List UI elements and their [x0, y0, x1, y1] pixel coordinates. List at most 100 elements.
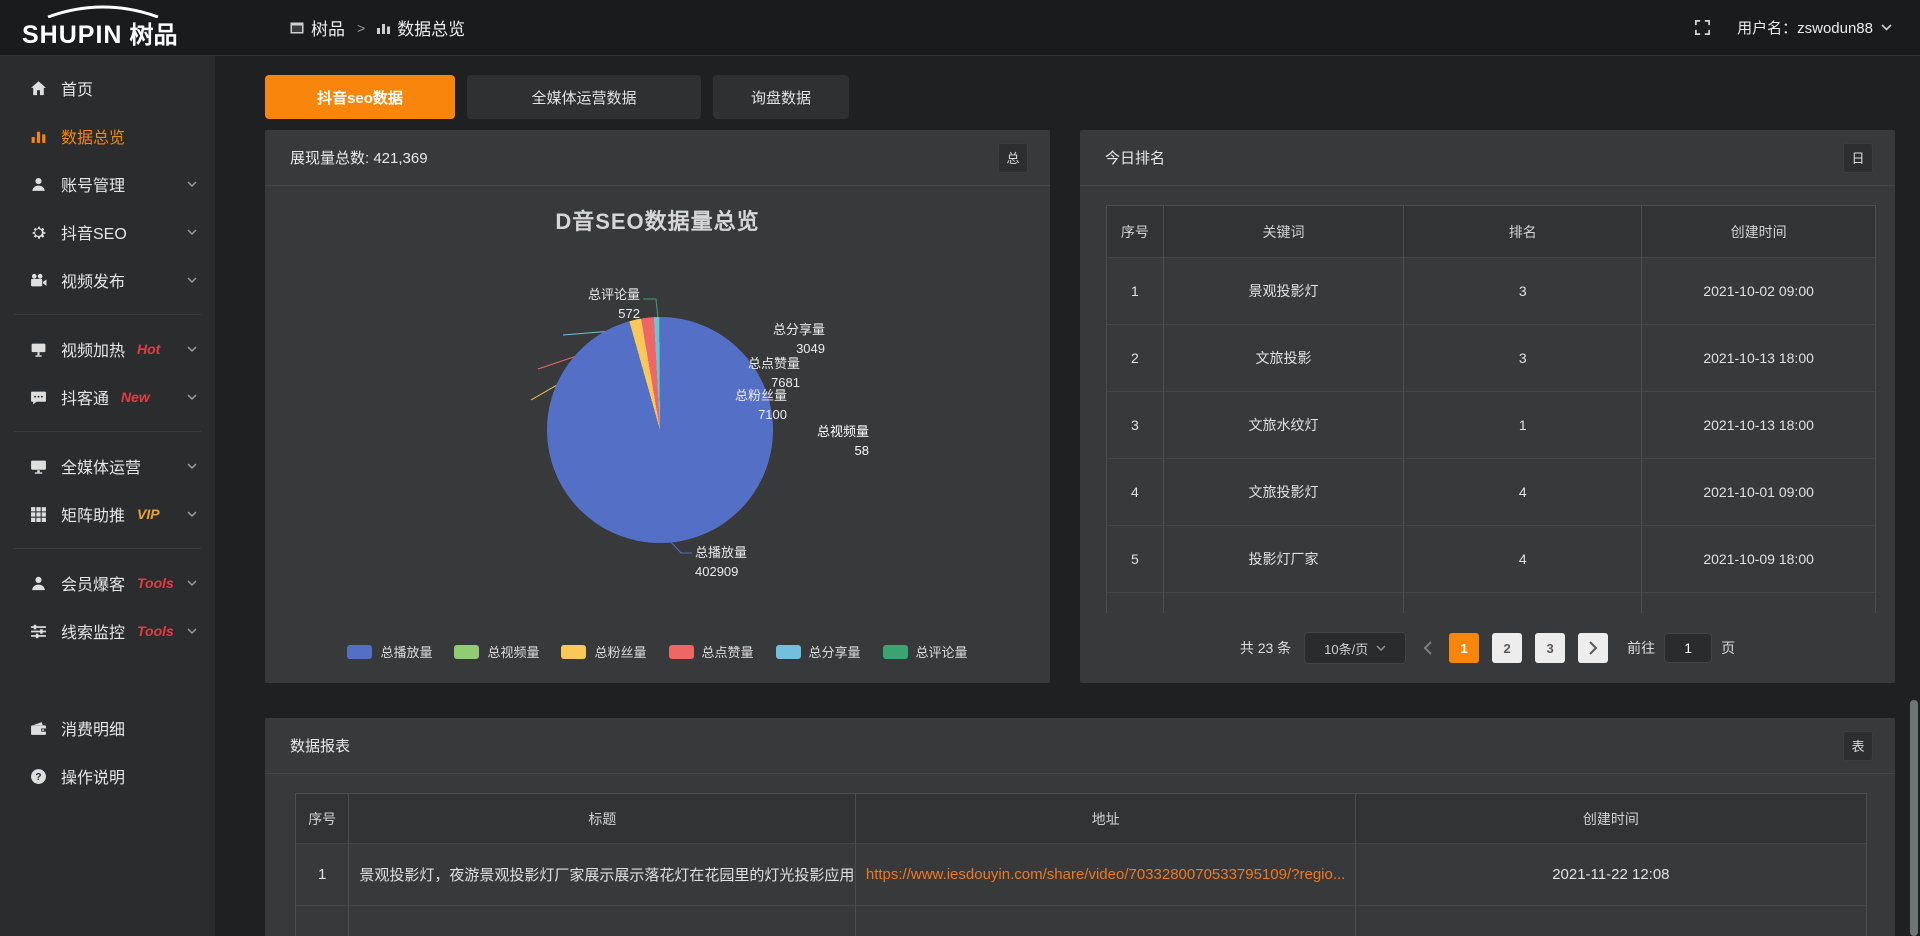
legend-swatch [669, 645, 694, 659]
table-row: 3 文旅水纹灯 1 2021-10-13 18:00 [1107, 392, 1875, 459]
total-view-button[interactable]: 总 [998, 143, 1028, 173]
legend-item-shares[interactable]: 总分享量 [776, 642, 861, 661]
sidebar-item-video-heat[interactable]: 视频加热 Hot [0, 325, 215, 373]
cell-created: 2021-11-22 12:08 [1356, 844, 1866, 906]
tab-douyin-seo-data[interactable]: 抖音seo数据 [265, 75, 455, 119]
table-row: 1 景观投影灯，夜游景观投影灯厂家展示展示落花灯在花园里的灯光投影应用效果 # … [296, 844, 1866, 906]
next-page-button[interactable] [1578, 633, 1608, 663]
page-button-2[interactable]: 2 [1492, 633, 1522, 663]
user-menu[interactable]: 用户名：zswodun88 [1737, 17, 1892, 38]
sidebar-item-member-burst[interactable]: 会员爆客 Tools [0, 559, 215, 607]
table-header-row: 序号 标题 地址 创建时间 [296, 794, 1866, 844]
cell-index: 1 [1107, 258, 1164, 325]
video-link[interactable]: https://www.iesdouyin.com/share/video/70… [858, 866, 1354, 883]
fullscreen-icon[interactable] [1694, 19, 1711, 36]
goto-page: 前往 页 [1627, 633, 1735, 663]
legend-swatch [561, 645, 586, 659]
cell-keyword: 文旅投影 [1164, 325, 1404, 392]
cell-keyword: 文旅水纹灯 [1164, 392, 1404, 459]
chevron-down-icon [187, 628, 197, 635]
vip-badge: VIP [137, 506, 160, 522]
ranking-panel-title: 今日排名 [1105, 147, 1165, 168]
pie-label-comments: 总评论量572 [588, 286, 640, 324]
col-header-keyword: 关键词 [1164, 206, 1404, 258]
chevron-down-icon [1376, 645, 1386, 651]
bar-chart-icon [30, 128, 47, 145]
table-view-button[interactable]: 表 [1843, 731, 1873, 761]
sidebar-item-label: 抖客通 [61, 385, 109, 409]
sidebar-item-account[interactable]: 账号管理 [0, 160, 215, 208]
sidebar-item-label: 视频发布 [61, 268, 125, 292]
goto-label: 前往 [1627, 638, 1655, 658]
legend-item-likes[interactable]: 总点赞量 [669, 642, 754, 661]
sidebar-item-douyin-seo[interactable]: 抖音SEO [0, 208, 215, 256]
tab-omnimedia-data[interactable]: 全媒体运营数据 [467, 75, 701, 119]
legend-item-plays[interactable]: 总播放量 [347, 642, 432, 661]
chevron-down-icon [187, 277, 197, 284]
table-header-row: 序号 关键词 排名 创建时间 [1107, 206, 1875, 258]
sidebar-item-omnimedia[interactable]: 全媒体运营 [0, 442, 215, 490]
sidebar-item-lead-monitor[interactable]: 线索监控 Tools [0, 607, 215, 655]
tab-inquiry-data[interactable]: 询盘数据 [713, 75, 849, 119]
col-header-rank: 排名 [1404, 206, 1642, 258]
chart-panel-header: 展现量总数: 421,369 总 [265, 130, 1050, 186]
daily-view-button[interactable]: 日 [1843, 143, 1873, 173]
logo[interactable]: SHUPIN 树品 [0, 5, 230, 50]
chat-bubble-icon [30, 389, 47, 406]
report-panel-title: 数据报表 [290, 735, 350, 756]
col-header-created: 创建时间 [1356, 794, 1866, 844]
legend-swatch [776, 645, 801, 659]
page-size-select[interactable]: 10条/页 [1304, 632, 1406, 664]
col-header-title: 标题 [349, 794, 856, 844]
billboard-icon [30, 341, 47, 358]
chevron-down-icon [1881, 24, 1892, 31]
legend-swatch [347, 645, 372, 659]
legend-item-videos[interactable]: 总视频量 [454, 642, 539, 661]
sidebar-item-video-publish[interactable]: 视频发布 [0, 256, 215, 304]
bar-chart-icon [377, 21, 390, 34]
report-table: 序号 标题 地址 创建时间 1 景观投影灯，夜游景观投影灯厂家展示展示落花灯在花… [295, 793, 1867, 936]
sidebar-item-consumption[interactable]: 消费明细 [0, 704, 215, 752]
person-icon [30, 575, 47, 592]
gear-icon [30, 224, 47, 241]
monitor-icon [30, 458, 47, 475]
window-icon [290, 22, 304, 34]
tools-badge: Tools [137, 623, 174, 639]
sidebar-item-data-overview[interactable]: 数据总览 [0, 112, 215, 160]
prev-page-button[interactable] [1423, 641, 1432, 655]
user-icon [30, 176, 47, 193]
sidebar-item-matrix-boost[interactable]: 矩阵助推 VIP [0, 490, 215, 538]
sidebar-item-douketong[interactable]: 抖客通 New [0, 373, 215, 421]
cell-keyword: 文旅投影灯 [1164, 459, 1404, 526]
cell-index: 2 [1107, 325, 1164, 392]
grid-icon [30, 506, 47, 523]
chevron-right-icon [1589, 641, 1598, 655]
breadcrumb-root[interactable]: 树品 [290, 15, 345, 40]
breadcrumb-current[interactable]: 数据总览 [377, 15, 465, 40]
page-button-1[interactable]: 1 [1449, 633, 1479, 663]
video-camera-icon [30, 272, 47, 289]
legend-item-comments[interactable]: 总评论量 [883, 642, 968, 661]
sidebar-item-label: 数据总览 [61, 124, 125, 148]
sidebar-item-home[interactable]: 首页 [0, 64, 215, 112]
goto-page-input[interactable] [1664, 633, 1712, 663]
chevron-down-icon [187, 181, 197, 188]
sidebar-item-label: 线索监控 [61, 619, 125, 643]
page-button-3[interactable]: 3 [1535, 633, 1565, 663]
col-header-index: 序号 [296, 794, 349, 844]
cell-created: 2021-10-02 09:00 [1642, 258, 1875, 325]
legend-item-fans[interactable]: 总粉丝量 [561, 642, 646, 661]
table-row: 5 投影灯厂家 4 2021-10-09 18:00 [1107, 526, 1875, 593]
table-row-clipped [1107, 593, 1875, 613]
table-row: 4 文旅投影灯 4 2021-10-01 09:00 [1107, 459, 1875, 526]
cell-created: 2021-10-09 18:00 [1642, 526, 1875, 593]
report-panel: 数据报表 表 序号 标题 地址 创建时间 1 景观投影灯，夜游景观投影灯厂家展示… [265, 718, 1895, 936]
sidebar-item-help[interactable]: ? 操作说明 [0, 752, 215, 800]
ranking-panel-header: 今日排名 日 [1080, 130, 1895, 186]
sidebar-item-label: 全媒体运营 [61, 454, 141, 478]
pie-chart[interactable] [547, 317, 773, 543]
new-badge: New [121, 389, 150, 405]
breadcrumb-root-label: 树品 [311, 15, 345, 40]
sidebar-divider [14, 314, 201, 315]
page-scrollbar[interactable] [1910, 700, 1918, 936]
